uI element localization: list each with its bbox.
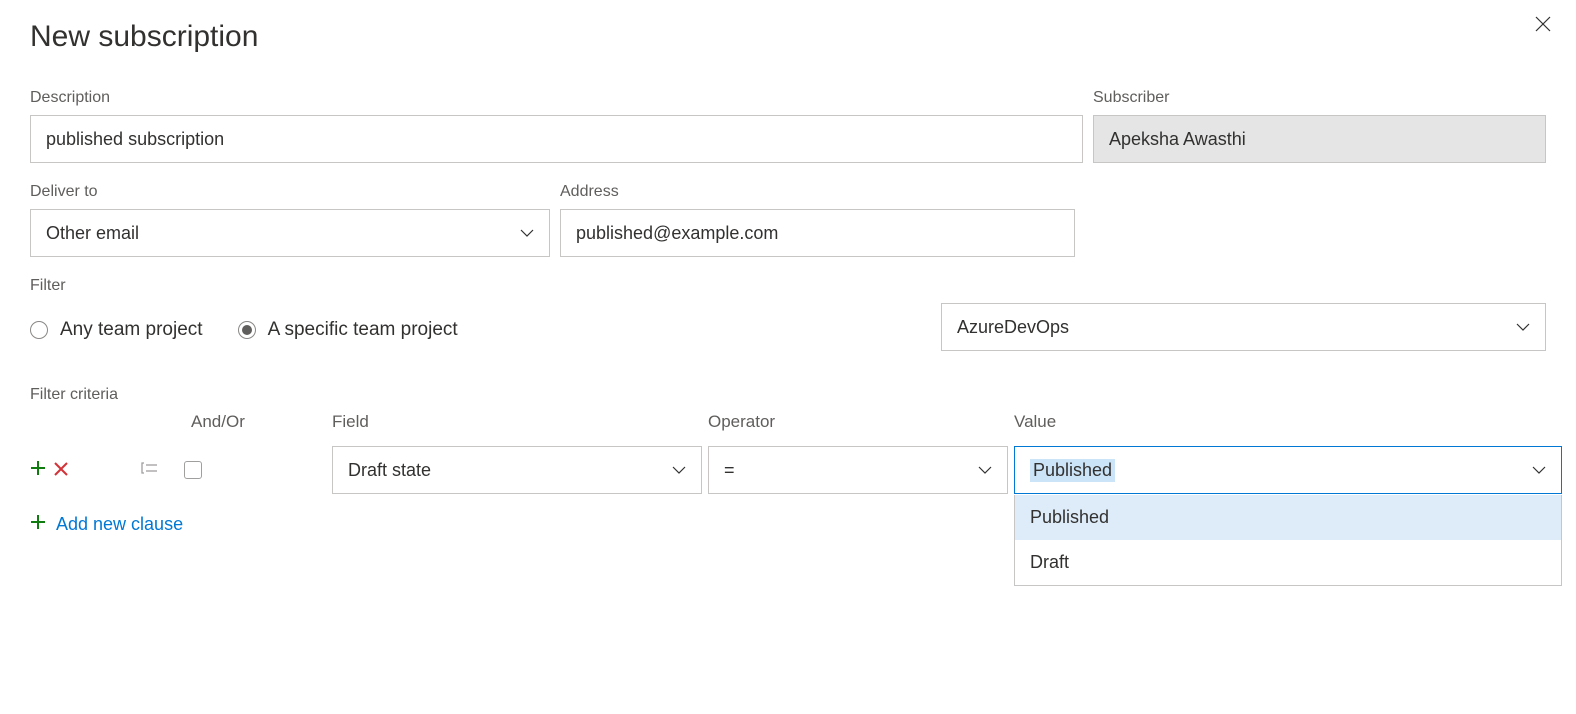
- filter-criteria-label: Filter criteria: [30, 386, 1546, 404]
- dropdown-option-published[interactable]: Published: [1015, 495, 1561, 540]
- group-icon: [141, 461, 159, 480]
- chevron-down-icon: [672, 463, 686, 477]
- page-title: New subscription: [30, 20, 1546, 54]
- filter-label: Filter: [30, 277, 1546, 295]
- plus-icon: [30, 514, 46, 535]
- field-select[interactable]: Draft state: [332, 446, 702, 494]
- value-selected: Published: [1030, 459, 1115, 482]
- description-input[interactable]: [30, 115, 1083, 163]
- andor-header: And/Or: [136, 412, 326, 432]
- row-actions: [30, 446, 130, 494]
- operator-value: =: [724, 460, 735, 481]
- description-label: Description: [30, 89, 1083, 107]
- deliver-to-select[interactable]: Other email: [30, 209, 550, 257]
- chevron-down-icon: [978, 463, 992, 477]
- value-dropdown: Published Draft: [1014, 495, 1562, 586]
- operator-select[interactable]: =: [708, 446, 1008, 494]
- value-header: Value: [1014, 412, 1562, 432]
- deliver-to-label: Deliver to: [30, 183, 550, 201]
- field-value: Draft state: [348, 460, 431, 481]
- chevron-down-icon: [1532, 463, 1546, 477]
- radio-any-project-label: Any team project: [60, 319, 203, 341]
- chevron-down-icon: [1516, 320, 1530, 334]
- subscriber-value: Apeksha Awasthi: [1109, 129, 1246, 150]
- andor-checkbox[interactable]: [184, 461, 202, 479]
- add-row-icon[interactable]: [30, 459, 46, 482]
- address-label: Address: [560, 183, 1075, 201]
- radio-icon: [238, 321, 256, 339]
- add-clause-label: Add new clause: [56, 514, 183, 535]
- field-header: Field: [332, 412, 702, 432]
- operator-header: Operator: [708, 412, 1008, 432]
- chevron-down-icon: [520, 226, 534, 240]
- radio-any-project[interactable]: Any team project: [30, 319, 203, 341]
- project-value: AzureDevOps: [957, 317, 1069, 338]
- value-select[interactable]: Published Published Draft: [1014, 446, 1562, 494]
- address-input[interactable]: [560, 209, 1075, 257]
- radio-specific-project[interactable]: A specific team project: [238, 319, 458, 341]
- deliver-to-value: Other email: [46, 223, 139, 244]
- dropdown-option-draft[interactable]: Draft: [1015, 540, 1561, 585]
- radio-icon: [30, 321, 48, 339]
- close-icon[interactable]: [1535, 15, 1551, 38]
- delete-row-icon[interactable]: [54, 459, 68, 482]
- subscriber-field: Apeksha Awasthi: [1093, 115, 1546, 163]
- subscriber-label: Subscriber: [1093, 89, 1546, 107]
- project-select[interactable]: AzureDevOps: [941, 303, 1546, 351]
- radio-specific-project-label: A specific team project: [268, 319, 458, 341]
